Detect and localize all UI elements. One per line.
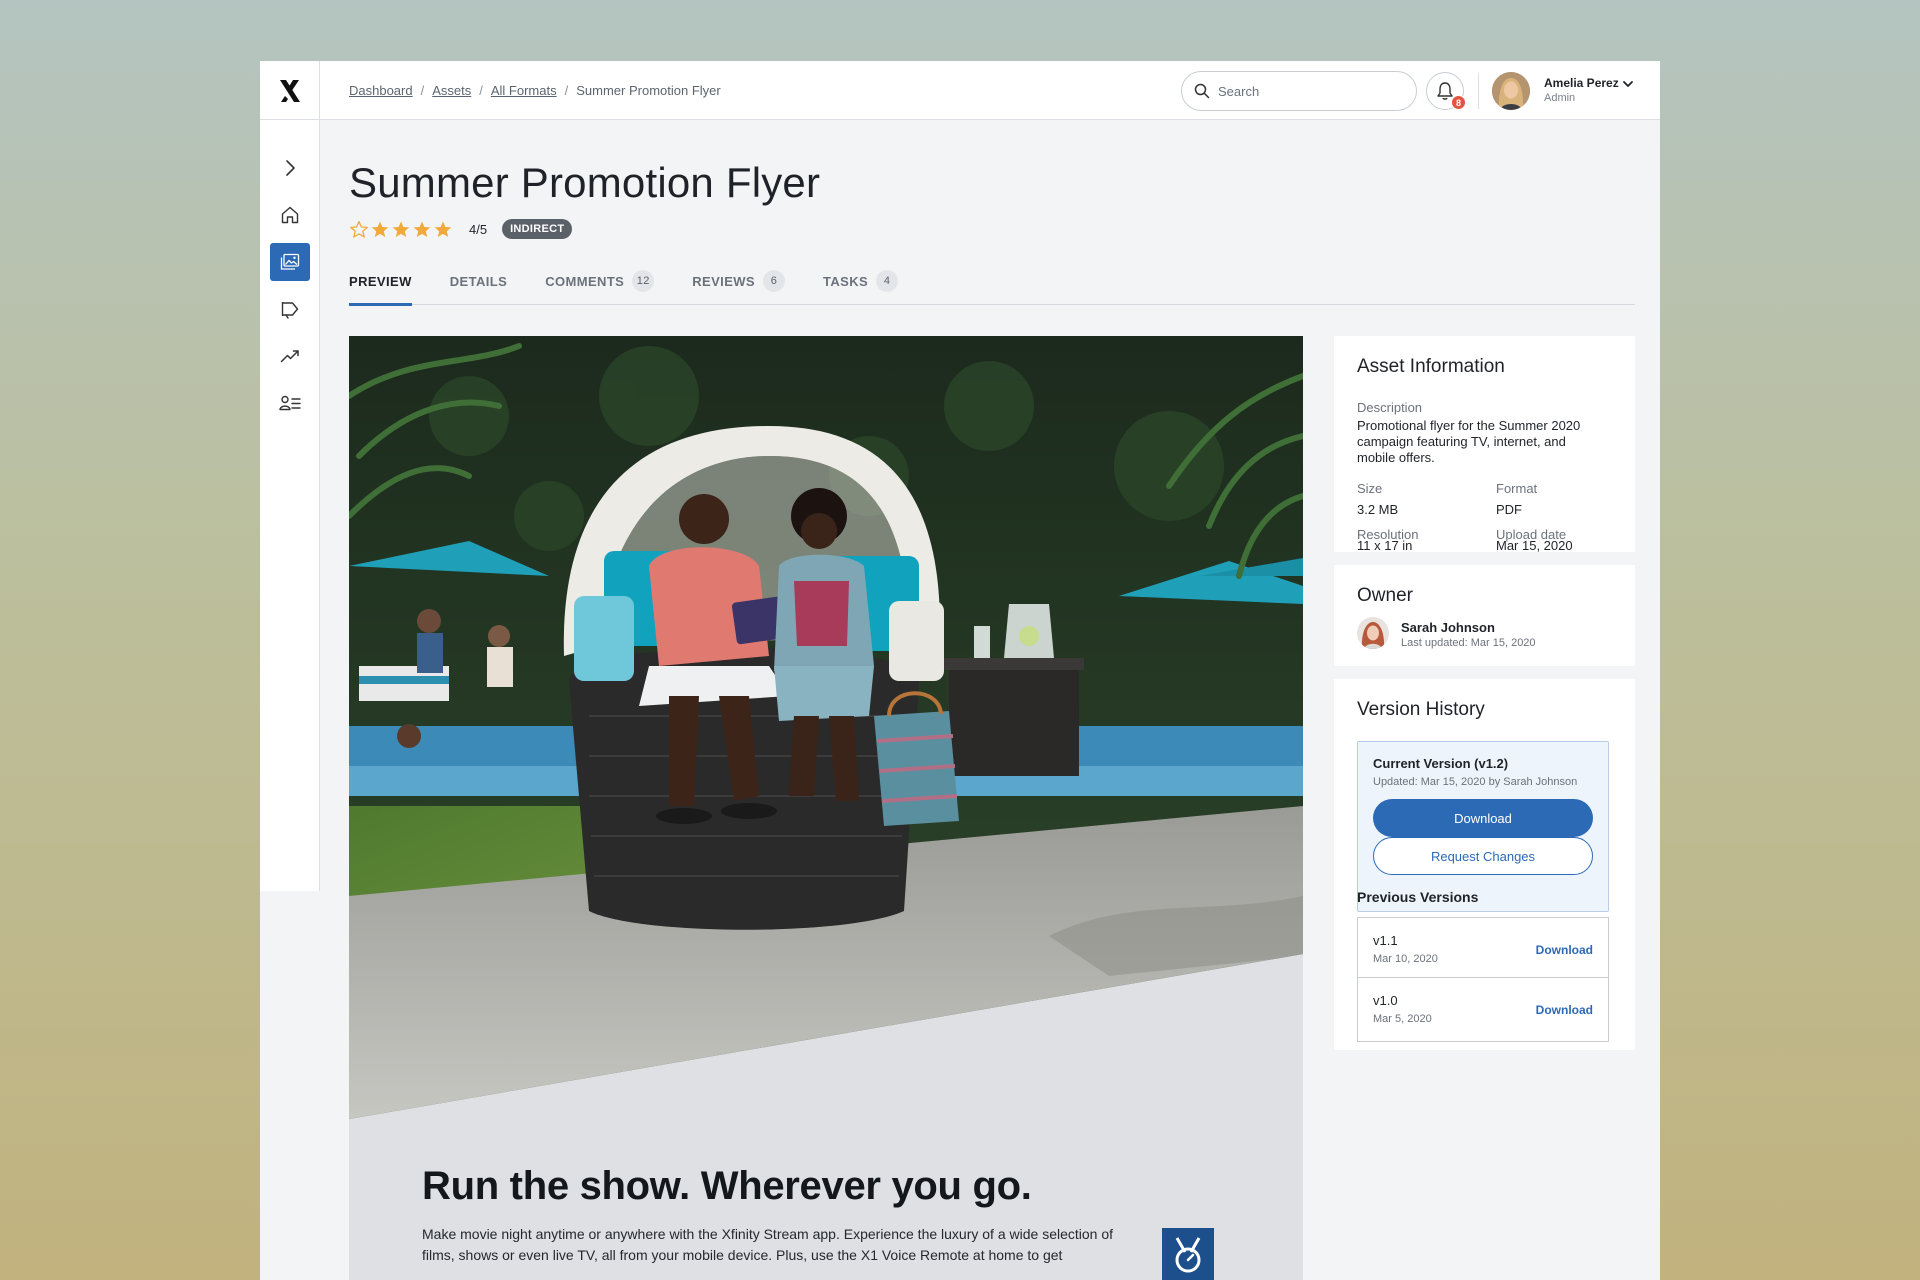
user-role: Admin: [1544, 92, 1576, 104]
tab-label: DETAILS: [449, 273, 508, 289]
user-list-icon: [279, 395, 301, 411]
tab-tasks[interactable]: TASKS 4: [823, 257, 899, 305]
size-label: Size: [1357, 481, 1383, 496]
version-date: Mar 10, 2020: [1373, 953, 1438, 965]
owner-card: Owner Sarah Johnson Last updated: Mar 15…: [1334, 565, 1635, 666]
tab-label: REVIEWS: [692, 273, 756, 289]
chevron-down-icon[interactable]: [1622, 78, 1634, 90]
breadcrumb-dashboard[interactable]: Dashboard: [349, 83, 413, 98]
trending-up-icon: [280, 350, 299, 363]
tab-count-badge: 4: [876, 270, 899, 292]
breadcrumb-separator: /: [420, 83, 425, 98]
user-name[interactable]: Amelia Perez: [1544, 76, 1619, 90]
tab-count-badge: 12: [632, 270, 655, 292]
breadcrumb-current: Summer Promotion Flyer: [576, 83, 721, 98]
divider: [1478, 73, 1479, 109]
rating-value: 4/5: [469, 221, 488, 237]
tab-label: PREVIEW: [349, 273, 412, 289]
download-button[interactable]: Download: [1373, 799, 1593, 837]
notification-count-badge: 8: [1451, 95, 1466, 110]
search-icon: [1194, 83, 1210, 99]
expand-sidebar-button[interactable]: [270, 149, 310, 187]
tab-comments[interactable]: COMMENTS 12: [545, 257, 655, 305]
rail-item-analytics[interactable]: [270, 337, 310, 375]
current-version-meta: Updated: Mar 15, 2020 by Sarah Johnson: [1373, 776, 1578, 788]
top-bar: Dashboard / Assets / All Formats / Summe…: [260, 61, 1660, 120]
logo[interactable]: [260, 61, 320, 120]
medal-icon: [1175, 1237, 1201, 1273]
version-download-link[interactable]: Download: [1536, 1003, 1593, 1017]
flyer-photo: [349, 336, 1303, 1119]
format-value: PDF: [1496, 502, 1522, 517]
upload-date-value: Mar 15, 2020: [1496, 538, 1573, 553]
owner-photo: [1357, 617, 1389, 649]
current-version-panel: Current Version (v1.2) Updated: Mar 15, …: [1357, 741, 1609, 912]
previous-versions-title: Previous Versions: [1357, 889, 1479, 905]
search-input[interactable]: [1218, 83, 1398, 99]
star-filled-icon: [434, 221, 452, 237]
tab-bar: PREVIEW DETAILS COMMENTS 12 REVIEWS 6 TA…: [349, 257, 1635, 306]
page-title: Summer Promotion Flyer: [349, 159, 821, 206]
version-date: Mar 5, 2020: [1373, 1013, 1432, 1025]
breadcrumb-all-formats[interactable]: All Formats: [491, 83, 557, 98]
version-number: v1.0: [1373, 993, 1398, 1008]
xfinity-logo-icon: [279, 79, 300, 102]
owner-avatar[interactable]: [1357, 617, 1389, 649]
card-title: Owner: [1357, 585, 1413, 606]
star-rating[interactable]: [349, 220, 453, 239]
size-value: 3.2 MB: [1357, 502, 1399, 517]
tab-label: TASKS: [823, 273, 869, 289]
card-title: Version History: [1357, 699, 1485, 720]
tab-label: COMMENTS: [545, 273, 625, 289]
rail-item-users[interactable]: [270, 384, 310, 422]
description-label: Description: [1357, 400, 1423, 415]
breadcrumb: Dashboard / Assets / All Formats / Summe…: [349, 61, 721, 120]
side-rail: [260, 120, 320, 891]
chevron-right-icon: [286, 160, 295, 176]
version-history-card: Version History Current Version (v1.2) U…: [1334, 679, 1635, 1050]
search-box[interactable]: [1181, 71, 1417, 111]
list-item: v1.0 Mar 5, 2020 Download: [1357, 977, 1609, 1042]
megaphone-icon: [281, 302, 299, 319]
tab-details[interactable]: DETAILS: [450, 257, 507, 305]
rail-item-home[interactable]: [270, 196, 310, 234]
breadcrumb-assets[interactable]: Assets: [432, 83, 471, 98]
description-value: Promotional flyer for the Summer 2020 ca…: [1357, 418, 1581, 465]
asset-preview[interactable]: Run the show. Wherever you go. Make movi…: [349, 336, 1303, 1280]
request-changes-button[interactable]: Request Changes: [1373, 837, 1593, 875]
flyer-headline: Run the show. Wherever you go.: [422, 1164, 1032, 1208]
rating-row: 4/5 INDIRECT: [349, 217, 573, 241]
app-window: Dashboard / Assets / All Formats / Summe…: [260, 61, 1660, 1280]
flyer-body-text: Make movie night anytime or anywhere wit…: [422, 1226, 1114, 1263]
notifications-button[interactable]: 8: [1426, 72, 1466, 110]
tab-reviews[interactable]: REVIEWS 6: [692, 257, 786, 305]
breadcrumb-separator: /: [564, 83, 569, 98]
asset-information-card: Asset Information Description Promotiona…: [1334, 336, 1635, 553]
format-label: Format: [1496, 481, 1538, 496]
breadcrumb-separator: /: [479, 83, 483, 98]
rail-item-assets[interactable]: [270, 243, 310, 281]
speedtest-award-icon: [1162, 1228, 1214, 1280]
user-photo: [1492, 72, 1530, 110]
tab-preview[interactable]: PREVIEW: [349, 257, 412, 306]
image-gallery-icon: [280, 253, 300, 270]
list-item: v1.1 Mar 10, 2020 Download: [1357, 917, 1609, 982]
star-filled-icon: [371, 221, 389, 237]
owner-last-updated: Last updated: Mar 15, 2020: [1401, 637, 1536, 649]
star-empty-icon: [350, 220, 368, 238]
version-number: v1.1: [1373, 933, 1398, 948]
rail-item-campaigns[interactable]: [270, 290, 310, 328]
owner-name[interactable]: Sarah Johnson: [1401, 620, 1495, 636]
status-badge: INDIRECT: [502, 219, 573, 239]
tab-count-badge: 6: [763, 270, 786, 292]
card-title: Asset Information: [1357, 356, 1505, 377]
star-filled-icon: [413, 221, 431, 237]
current-version-label: Current Version (v1.2): [1373, 756, 1509, 771]
resolution-value: 11 x 17 in: [1357, 538, 1413, 553]
star-filled-icon: [392, 221, 410, 237]
home-icon: [281, 206, 299, 224]
user-avatar[interactable]: [1492, 72, 1530, 110]
version-download-link[interactable]: Download: [1536, 943, 1593, 957]
